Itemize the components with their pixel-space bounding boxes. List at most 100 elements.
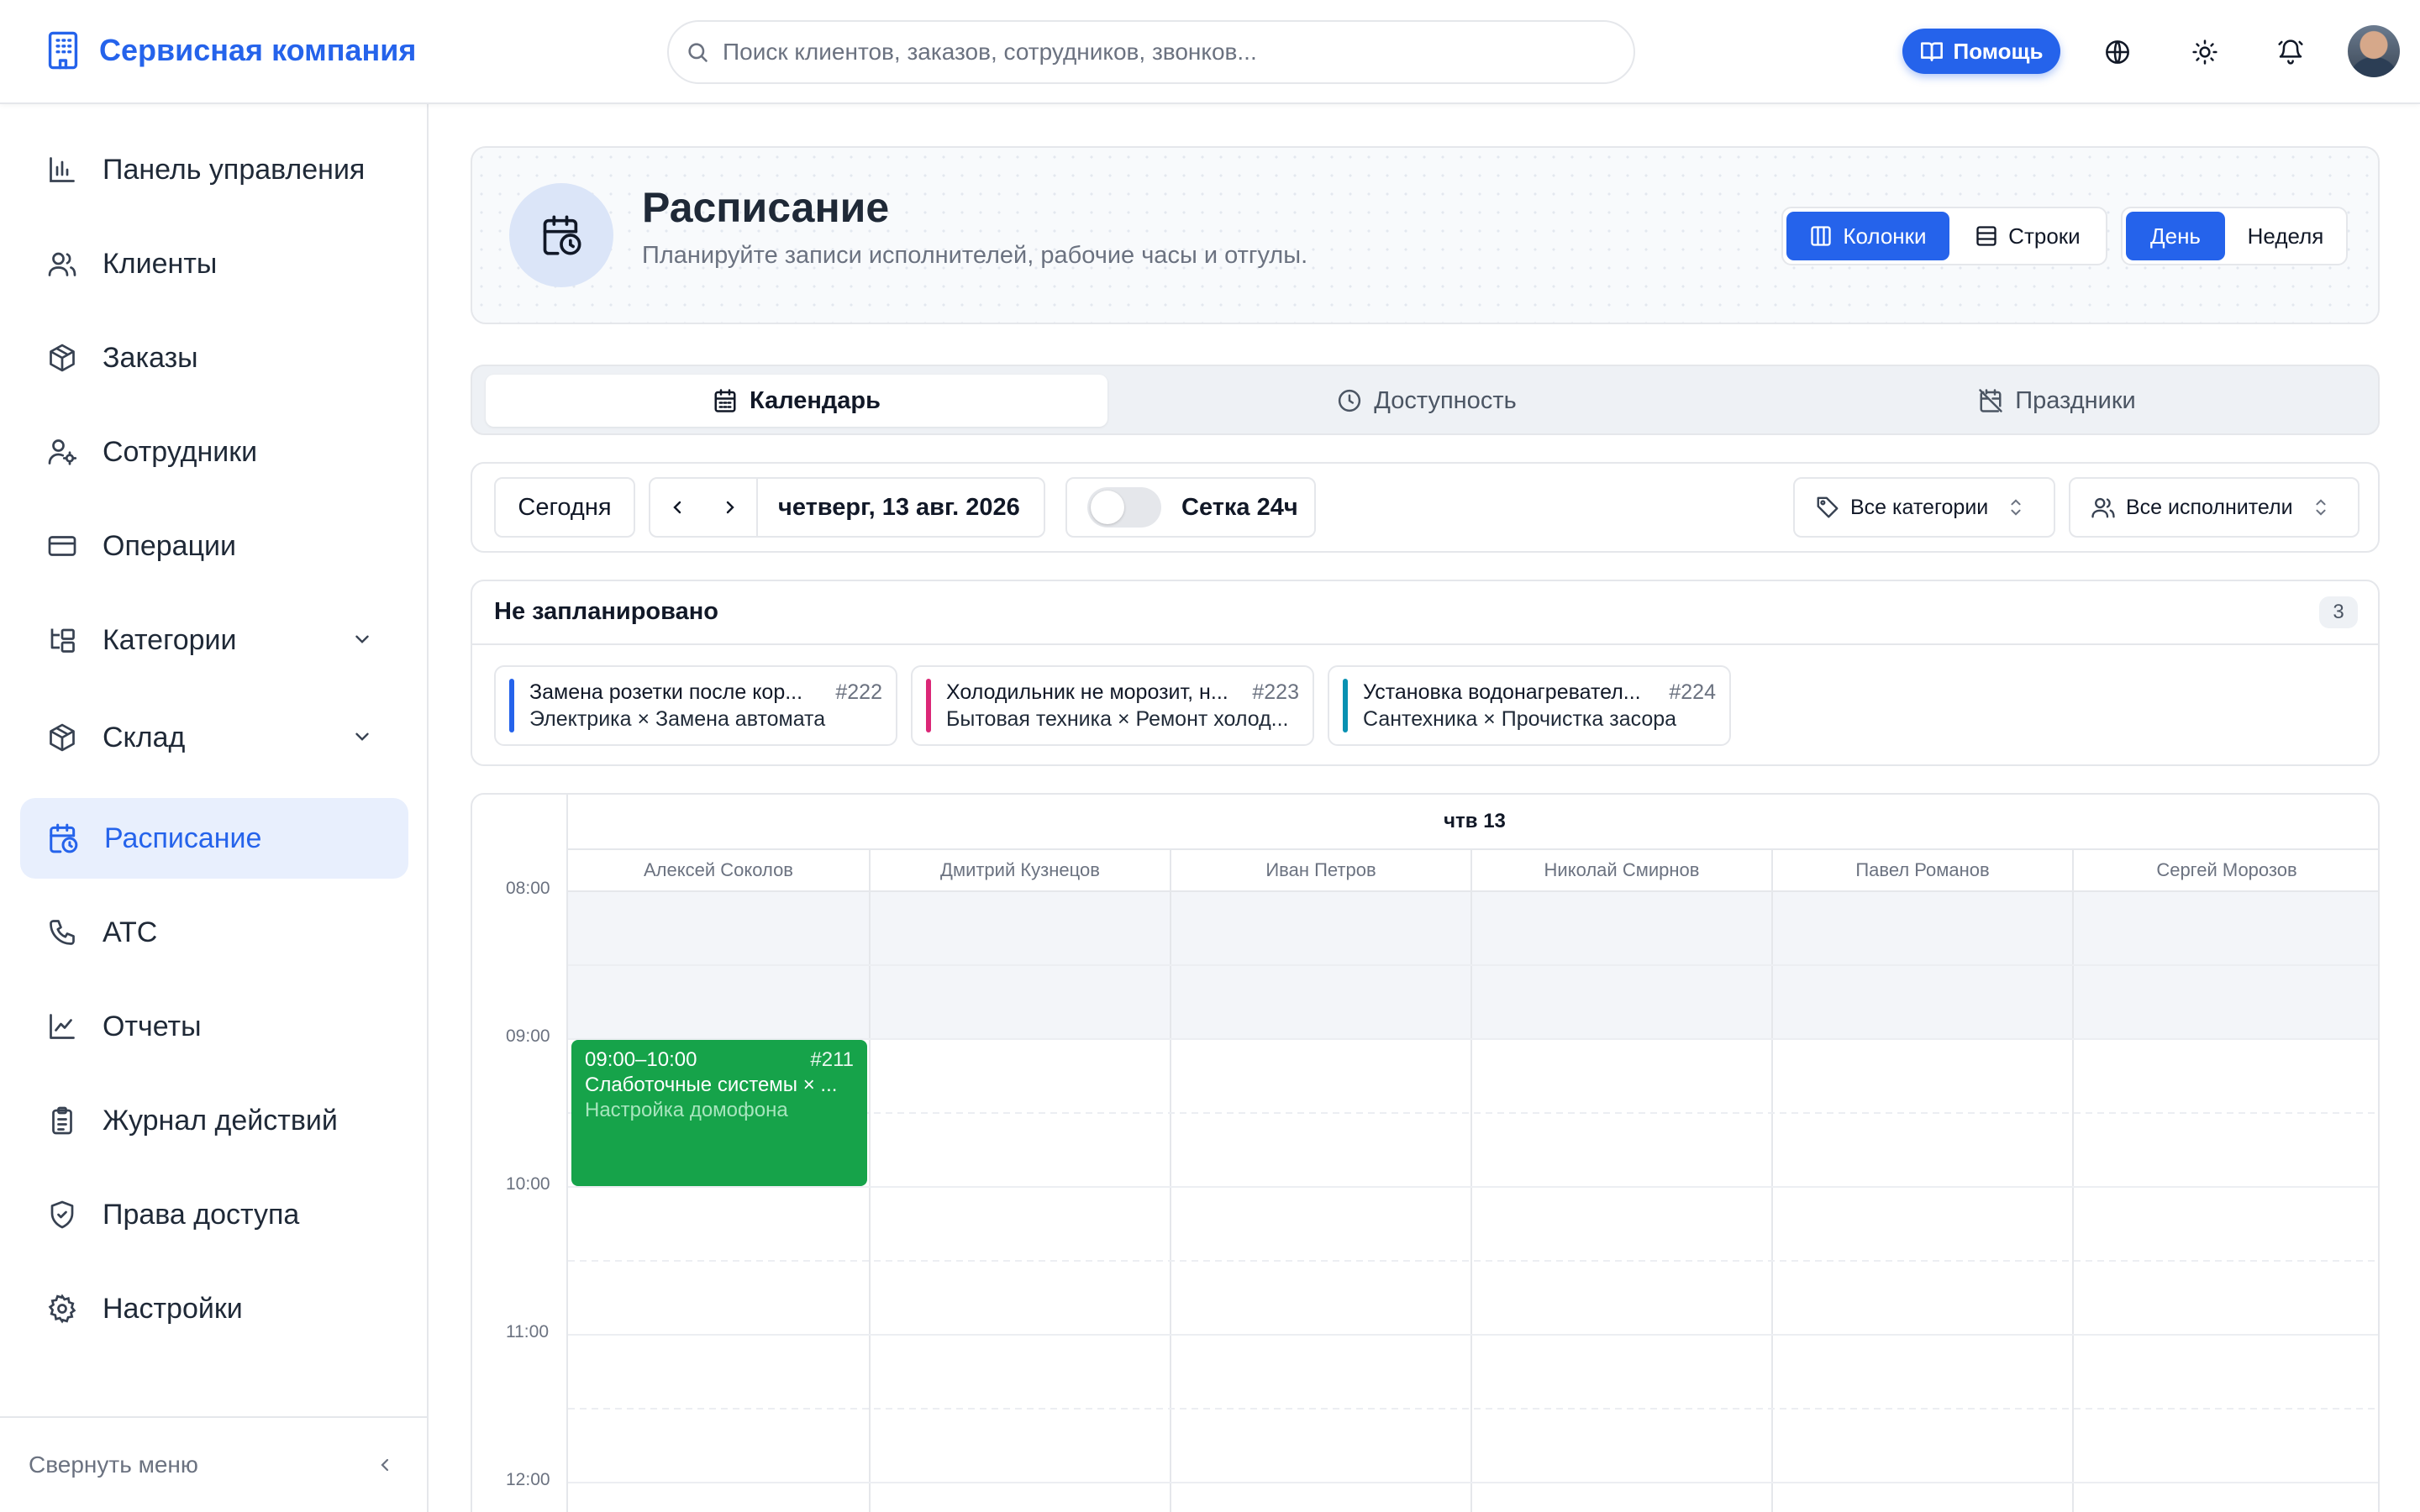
prev-day-button[interactable] xyxy=(650,479,704,536)
chevron-down-icon[interactable] xyxy=(351,628,373,650)
column-header: Николай Смирнов xyxy=(1544,859,1700,880)
calendar-icon xyxy=(713,388,738,413)
tab-calendar[interactable]: Календарь xyxy=(486,375,1107,427)
sidebar-item-label: Журнал действий xyxy=(103,1104,338,1137)
line-chart-icon xyxy=(47,1011,77,1042)
sidebar-item-permissions[interactable]: Права доступа xyxy=(20,1174,408,1255)
today-label: Сегодня xyxy=(518,493,612,521)
chevrons-up-down-icon xyxy=(2312,496,2330,518)
sidebar-item-clients[interactable]: Клиенты xyxy=(20,223,408,304)
page-subtitle: Планируйте записи исполнителей, рабочие … xyxy=(642,242,1308,269)
calendar-clock-icon xyxy=(539,213,583,257)
grid-line xyxy=(1470,850,1472,1512)
column-header: Алексей Соколов xyxy=(643,859,793,880)
help-label: Помощь xyxy=(1953,38,2044,64)
tab-availability[interactable]: Доступность xyxy=(1116,375,1738,427)
grid-line xyxy=(568,890,2378,892)
grid-line xyxy=(568,1334,2378,1336)
column-header: Дмитрий Кузнецов xyxy=(940,859,1100,880)
sidebar-item-reports[interactable]: Отчеты xyxy=(20,986,408,1067)
grid-line xyxy=(568,1482,2378,1483)
sidebar-item-label: Настройки xyxy=(103,1292,243,1325)
executor-filter[interactable]: Все исполнители xyxy=(2069,477,2360,538)
range-week-label: Неделя xyxy=(2247,223,2324,249)
sidebar-item-label: Панель управления xyxy=(103,153,366,186)
global-search[interactable] xyxy=(667,20,1635,84)
grid-line xyxy=(566,795,568,1512)
shield-icon xyxy=(47,1200,77,1230)
sidebar-item-orders[interactable]: Заказы xyxy=(20,318,408,398)
next-day-button[interactable] xyxy=(704,479,758,536)
grid-24h-switch[interactable] xyxy=(1087,487,1161,528)
tree-icon xyxy=(47,625,77,655)
event-subtitle: Настройка домофона xyxy=(585,1099,788,1121)
calendar-clock-icon xyxy=(47,822,79,854)
range-day-button[interactable]: День xyxy=(2126,212,2225,260)
range-week-button[interactable]: Неделя xyxy=(2228,212,2343,260)
task-title: Замена розетки после кор... xyxy=(529,680,803,704)
current-date[interactable]: четверг, 13 авг. 2026 xyxy=(758,494,1020,522)
clock-icon xyxy=(1337,388,1362,413)
sidebar-item-label: Операции xyxy=(103,529,237,562)
task-color-bar xyxy=(509,679,514,732)
schedule-event[interactable]: 09:00–10:00 #211 Слаботочные системы × .… xyxy=(571,1040,867,1186)
sun-icon[interactable] xyxy=(2185,32,2225,72)
task-subtitle: Электрика × Замена автомата xyxy=(529,707,826,731)
tab-label: Доступность xyxy=(1374,386,1517,414)
sidebar-item-employees[interactable]: Сотрудники xyxy=(20,412,408,492)
event-title: Слаботочные системы × ... xyxy=(585,1074,838,1096)
schedule-grid: чтв 13 Алексей Соколов Дмитрий Кузнецов … xyxy=(471,793,2380,1512)
brand[interactable]: Сервисная компания xyxy=(45,25,416,76)
calendar-off-icon xyxy=(1978,388,2003,413)
phone-icon xyxy=(47,917,77,948)
rows-icon xyxy=(1975,224,1998,248)
sidebar-item-categories[interactable]: Категории xyxy=(20,600,408,680)
sidebar-item-label: Права доступа xyxy=(103,1198,300,1231)
time-label: 12:00 xyxy=(506,1470,550,1489)
category-filter[interactable]: Все категории xyxy=(1793,477,2055,538)
layout-columns-button[interactable]: Колонки xyxy=(1786,212,1949,260)
unscheduled-title: Не запланировано xyxy=(494,598,718,625)
tab-holidays[interactable]: Праздники xyxy=(1746,375,2368,427)
sidebar-item-operations[interactable]: Операции xyxy=(20,506,408,586)
event-number: #211 xyxy=(810,1048,854,1071)
column-header: Павел Романов xyxy=(1855,859,1990,880)
sidebar-item-activity-log[interactable]: Журнал действий xyxy=(20,1080,408,1161)
globe-icon[interactable] xyxy=(2097,32,2138,72)
sidebar-item-pbx[interactable]: АТС xyxy=(20,892,408,973)
time-label: 09:00 xyxy=(506,1026,550,1046)
unscheduled-task-card[interactable]: Установка водонагревател... #224 Сантехн… xyxy=(1328,665,1731,746)
tag-icon xyxy=(1815,495,1840,520)
sidebar-item-warehouse[interactable]: Склад xyxy=(20,697,408,778)
help-button[interactable]: Помощь xyxy=(1902,29,2060,74)
task-number: #224 xyxy=(1669,680,1716,704)
task-number: #222 xyxy=(835,680,882,704)
sidebar-item-schedule[interactable]: Расписание xyxy=(20,798,408,879)
today-button[interactable]: Сегодня xyxy=(494,477,635,538)
page-title: Расписание xyxy=(642,184,890,231)
unscheduled-count-badge: 3 xyxy=(2319,596,2358,628)
collapse-menu-button[interactable]: Свернуть меню xyxy=(0,1416,429,1512)
time-label: 11:00 xyxy=(506,1322,549,1341)
sidebar-item-dashboard[interactable]: Панель управления xyxy=(20,129,408,210)
task-subtitle: Сантехника × Прочистка засора xyxy=(1363,707,1677,731)
task-subtitle: Бытовая техника × Ремонт холод... xyxy=(946,707,1289,731)
unscheduled-task-card[interactable]: Холодильник не морозит, н... #223 Бытова… xyxy=(911,665,1314,746)
bell-icon[interactable] xyxy=(2270,32,2311,72)
task-number: #223 xyxy=(1252,680,1299,704)
sidebar-item-settings[interactable]: Настройки xyxy=(20,1268,408,1349)
category-filter-value: Все категории xyxy=(1850,495,1989,519)
users-icon xyxy=(2091,495,2116,520)
user-avatar[interactable] xyxy=(2348,25,2400,77)
grid-24h-toggle[interactable]: Сетка 24ч xyxy=(1065,477,1316,538)
unscheduled-task-card[interactable]: Замена розетки после кор... #222 Электри… xyxy=(494,665,897,746)
building-icon xyxy=(45,30,81,71)
sidebar-item-label: Заказы xyxy=(103,341,198,374)
range-toggle: День Неделя xyxy=(2121,207,2348,265)
sidebar-item-label: Клиенты xyxy=(103,247,218,280)
chevron-down-icon[interactable] xyxy=(351,726,373,748)
day-header: чтв 13 xyxy=(568,795,2378,850)
layout-rows-button[interactable]: Строки xyxy=(1953,212,2102,260)
time-label: 10:00 xyxy=(506,1174,550,1194)
search-input[interactable] xyxy=(723,39,1597,66)
